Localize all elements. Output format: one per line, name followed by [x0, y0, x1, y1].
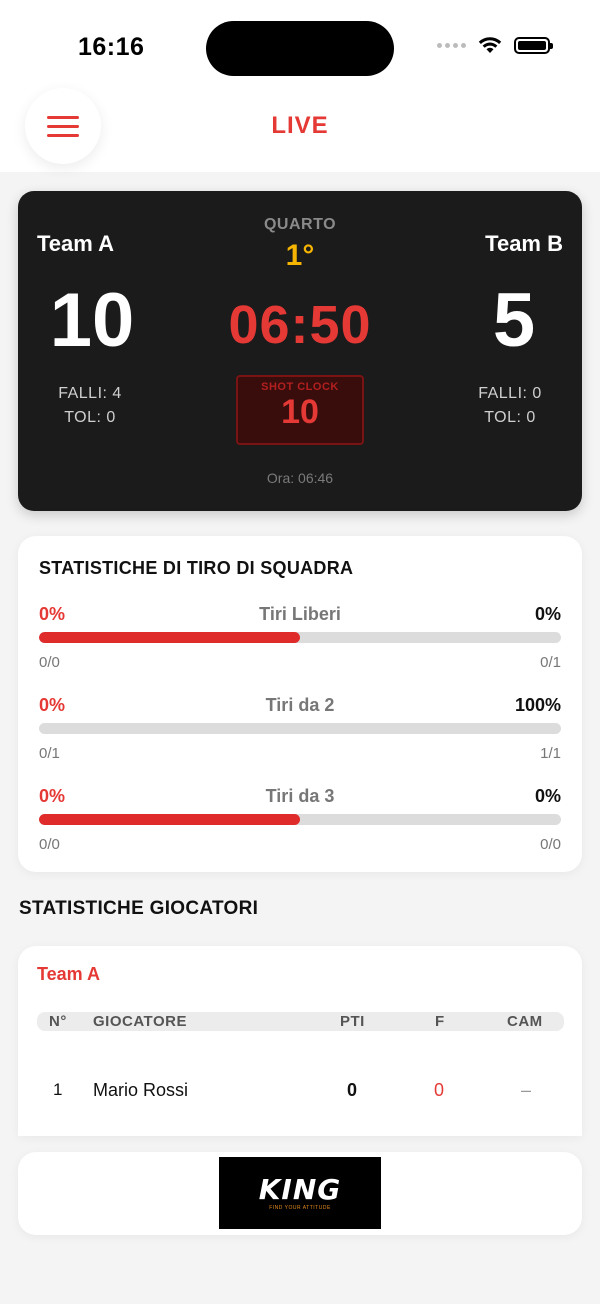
- quarter-label: QUARTO: [263, 216, 337, 233]
- status-icons: [437, 36, 553, 54]
- player-points: 0: [347, 1080, 358, 1100]
- players-team-name: Team A: [37, 964, 101, 984]
- stat-right-sub: 1/1: [540, 745, 561, 762]
- shot-clock-value: 10: [281, 393, 319, 431]
- stat-left-sub: 0/0: [39, 654, 60, 671]
- stat-free-throws: 0% Tiri Liberi 0% 0/0 0/1: [39, 604, 561, 680]
- shot-clock: SHOT CLOCK 10: [236, 375, 364, 445]
- signal-icon: [437, 42, 466, 48]
- stat-bar-track: [39, 723, 561, 734]
- player-number: 1: [53, 1080, 63, 1099]
- stat-bar-fill: [39, 632, 300, 643]
- status-time: 16:16: [78, 33, 145, 61]
- wifi-icon: [478, 37, 502, 53]
- app-header: LIVE: [0, 80, 600, 172]
- column-fouls: F: [435, 1013, 445, 1030]
- column-points: PTI: [340, 1013, 365, 1030]
- stat-name: Tiri Liberi: [259, 604, 341, 624]
- players-card: Team A N° GIOCATORE PTI F CAM 1 Mario Ro…: [18, 946, 582, 1136]
- player-fouls: 0: [434, 1080, 445, 1100]
- update-time: Ora: 06:46: [266, 470, 334, 486]
- column-player: GIOCATORE: [93, 1013, 187, 1030]
- team-shooting-card: STATISTICHE DI TIRO DI SQUADRA 0% Tiri L…: [18, 536, 582, 872]
- scoreboard: Team A Team B 10 5 FALLI: 4 TOL: 0 FALLI…: [18, 191, 582, 511]
- sponsor-logo[interactable]: KING FIND YOUR ATTITUDE: [219, 1157, 381, 1229]
- stat-bar-track: [39, 632, 561, 643]
- stat-right-pct: 100%: [514, 695, 561, 715]
- stat-bar-track: [39, 814, 561, 825]
- quarter-value: 1°: [285, 239, 315, 272]
- stat-two-pointers: 0% Tiri da 2 100% 0/1 1/1: [39, 695, 561, 771]
- stat-right-sub: 0/0: [540, 836, 561, 853]
- team-shooting-title: STATISTICHE DI TIRO DI SQUADRA: [39, 558, 354, 578]
- players-section-title: STATISTICHE GIOCATORI: [19, 898, 259, 919]
- team-b-fouls: FALLI: 0: [478, 385, 542, 402]
- sponsor-tagline: FIND YOUR ATTITUDE: [269, 1204, 331, 1211]
- sponsor-logo-text: KING: [258, 1172, 342, 1206]
- battery-icon: [514, 36, 553, 54]
- stat-right-pct: 0%: [534, 786, 561, 806]
- stat-name: Tiri da 3: [265, 786, 335, 806]
- column-cam: CAM: [507, 1013, 543, 1030]
- stat-three-pointers: 0% Tiri da 3 0% 0/0 0/0: [39, 786, 561, 862]
- team-a-timeouts: TOL: 0: [64, 409, 116, 426]
- status-bar: 16:16: [0, 0, 600, 90]
- dynamic-island: [206, 21, 394, 76]
- page-title: LIVE: [271, 112, 329, 139]
- team-b-timeouts: TOL: 0: [484, 409, 536, 426]
- table-row[interactable]: 1 Mario Rossi 0 0 –: [37, 1080, 564, 1104]
- stat-right-sub: 0/1: [540, 654, 561, 671]
- stat-left-sub: 0/0: [39, 836, 60, 853]
- stat-left-sub: 0/1: [39, 745, 60, 762]
- sponsor-card: KING FIND YOUR ATTITUDE: [18, 1152, 582, 1235]
- stat-name: Tiri da 2: [265, 695, 335, 715]
- players-table-header: N° GIOCATORE PTI F CAM: [37, 1012, 564, 1031]
- shot-clock-label: SHOT CLOCK: [261, 381, 339, 393]
- player-cam: –: [521, 1080, 532, 1100]
- column-number: N°: [49, 1013, 67, 1030]
- stat-bar-fill: [39, 814, 300, 825]
- stat-right-pct: 0%: [534, 604, 561, 624]
- team-a-fouls: FALLI: 4: [58, 385, 122, 402]
- player-name: Mario Rossi: [93, 1080, 189, 1100]
- game-clock: 06:50: [228, 295, 372, 355]
